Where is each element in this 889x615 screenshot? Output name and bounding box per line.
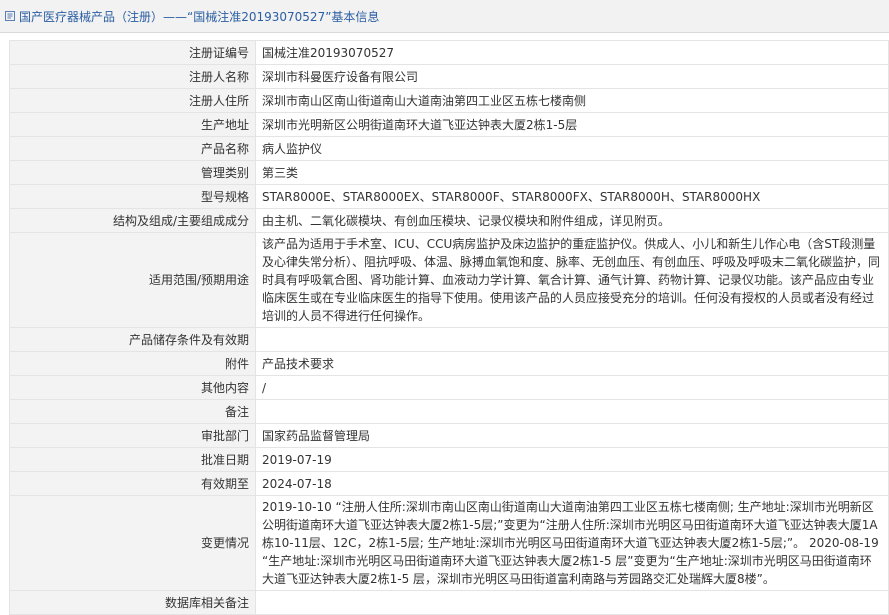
table-row: 注册人住所 深圳市南山区南山街道南山大道南油第四工业区五栋七楼南侧 — [9, 88, 889, 113]
document-icon — [4, 10, 16, 22]
field-value: 深圳市光明新区公明街道南环大道飞亚达钟表大厦2栋1-5层 — [255, 112, 889, 137]
table-row: 产品储存条件及有效期 — [9, 327, 889, 352]
table-row: 注册证编号 国械注准20193070527 — [9, 40, 889, 65]
field-label: 变更情况 — [9, 495, 256, 591]
field-label: 管理类别 — [9, 160, 256, 185]
field-label: 备注 — [9, 399, 256, 424]
page-header: 国产医疗器械产品（注册）——“国械注准20193070527”基本信息 — [0, 0, 889, 33]
field-label: 审批部门 — [9, 423, 256, 448]
field-value: 深圳市南山区南山街道南山大道南油第四工业区五栋七楼南侧 — [255, 88, 889, 113]
field-label: 型号规格 — [9, 184, 256, 209]
field-value: 病人监护仪 — [255, 136, 889, 161]
page-title: 国产医疗器械产品（注册）——“国械注准20193070527”基本信息 — [19, 9, 380, 24]
field-label: 生产地址 — [9, 112, 256, 137]
table-row: 变更情况 2019-10-10 “注册人住所:深圳市南山区南山街道南山大道南油第… — [9, 495, 889, 591]
table-row: 生产地址 深圳市光明新区公明街道南环大道飞亚达钟表大厦2栋1-5层 — [9, 112, 889, 137]
field-label: 有效期至 — [9, 471, 256, 496]
table-row: 管理类别 第三类 — [9, 160, 889, 185]
table-row: 注册人名称 深圳市科曼医疗设备有限公司 — [9, 64, 889, 89]
table-row: 产品名称 病人监护仪 — [9, 136, 889, 161]
field-value: STAR8000E、STAR8000EX、STAR8000F、STAR8000F… — [255, 184, 889, 209]
table-row: 审批部门 国家药品监督管理局 — [9, 423, 889, 448]
field-value: / — [255, 375, 889, 400]
table-row: 数据库相关备注 — [9, 590, 889, 615]
field-value: 2019-07-19 — [255, 447, 889, 472]
field-label: 结构及组成/主要组成成分 — [9, 208, 256, 233]
table-row: 结构及组成/主要组成成分 由主机、二氧化碳模块、有创血压模块、记录仪模块和附件组… — [9, 208, 889, 233]
field-label: 批准日期 — [9, 447, 256, 472]
field-label: 产品名称 — [9, 136, 256, 161]
table-row: 有效期至 2024-07-18 — [9, 471, 889, 496]
field-label: 其他内容 — [9, 375, 256, 400]
field-value: 第三类 — [255, 160, 889, 185]
basic-info-table: 注册证编号 国械注准20193070527 注册人名称 深圳市科曼医疗设备有限公… — [9, 40, 889, 615]
field-value — [255, 590, 889, 615]
field-label: 注册人名称 — [9, 64, 256, 89]
field-label: 注册人住所 — [9, 88, 256, 113]
field-value: 2019-10-10 “注册人住所:深圳市南山区南山街道南山大道南油第四工业区五… — [255, 495, 889, 591]
field-value — [255, 327, 889, 352]
table-row: 适用范围/预期用途 该产品为适用于手术室、ICU、CCU病房监护及床边监护的重症… — [9, 232, 889, 328]
field-value: 国家药品监督管理局 — [255, 423, 889, 448]
field-value — [255, 399, 889, 424]
table-row: 其他内容 / — [9, 375, 889, 400]
field-value: 由主机、二氧化碳模块、有创血压模块、记录仪模块和附件组成，详见附页。 — [255, 208, 889, 233]
field-label: 附件 — [9, 351, 256, 376]
field-label: 适用范围/预期用途 — [9, 232, 256, 328]
table-row: 附件 产品技术要求 — [9, 351, 889, 376]
field-value: 2024-07-18 — [255, 471, 889, 496]
field-value: 国械注准20193070527 — [255, 40, 889, 65]
field-value: 该产品为适用于手术室、ICU、CCU病房监护及床边监护的重症监护仪。供成人、小儿… — [255, 232, 889, 328]
table-row: 备注 — [9, 399, 889, 424]
field-label: 数据库相关备注 — [9, 590, 256, 615]
field-label: 产品储存条件及有效期 — [9, 327, 256, 352]
table-row: 批准日期 2019-07-19 — [9, 447, 889, 472]
field-label: 注册证编号 — [9, 40, 256, 65]
table-row: 型号规格 STAR8000E、STAR8000EX、STAR8000F、STAR… — [9, 184, 889, 209]
field-value: 产品技术要求 — [255, 351, 889, 376]
field-value: 深圳市科曼医疗设备有限公司 — [255, 64, 889, 89]
